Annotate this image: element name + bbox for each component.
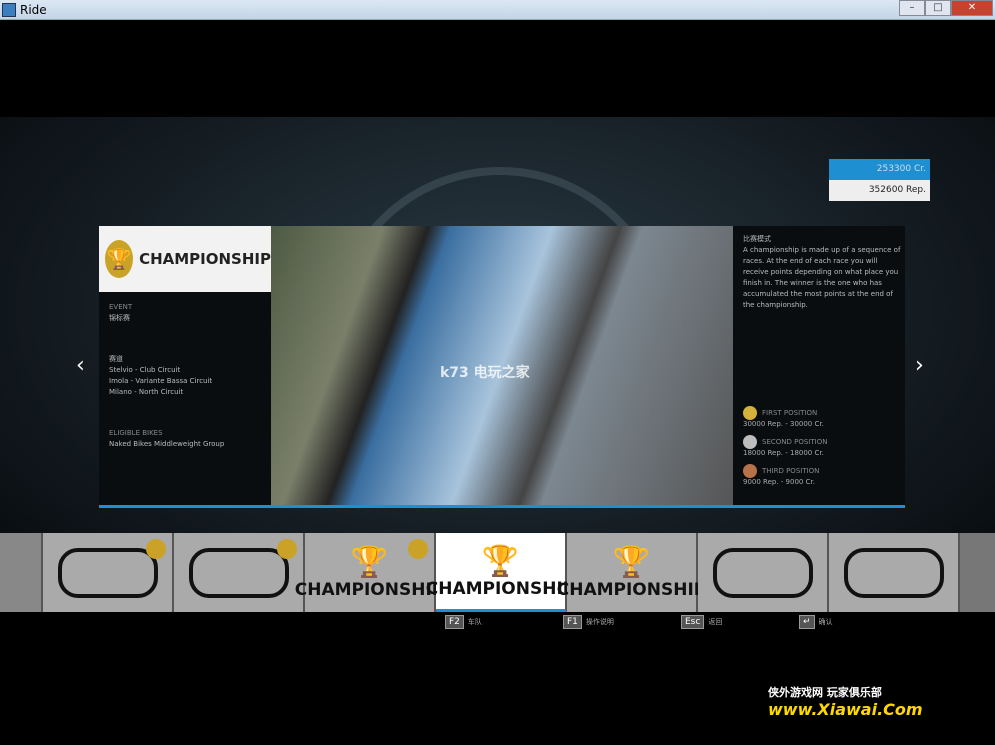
hint-confirm[interactable]: ↵ 确认 — [799, 615, 833, 629]
key-hints: F2 车队 F1 操作说明 Esc 返回 ↵ 确认 — [0, 615, 995, 635]
hint-back[interactable]: Esc 返回 — [681, 615, 722, 629]
event-value: 锦标赛 — [109, 314, 130, 322]
hint-controls[interactable]: F1 操作说明 — [563, 615, 614, 629]
bikes-value: Naked Bikes Middleweight Group — [109, 440, 225, 448]
silver-medal-icon — [743, 435, 757, 449]
carousel-tile-championship-selected[interactable]: 🏆 CHAMPIONSHIP — [426, 533, 575, 612]
second-position: SECOND POSITION 18000 Rep. - 18000 Cr. — [743, 435, 827, 457]
carousel-tile-track[interactable] — [829, 533, 960, 612]
reward: 18000 Rep. - 18000 Cr. — [743, 449, 824, 457]
gold-medal-icon — [277, 539, 297, 559]
event-label: EVENT — [109, 303, 133, 311]
logo-text: CHAMPIONSHIP — [139, 250, 271, 268]
carousel-tile-championship[interactable]: 🏆 CHAMPIONSHIP — [295, 533, 444, 612]
trophy-icon: 🏆 — [350, 545, 389, 580]
track-map-icon — [843, 547, 944, 598]
trophy-icon: 🏆 — [481, 543, 520, 579]
track-item: Milano - North Circuit — [109, 388, 184, 396]
carousel-tile-track[interactable] — [174, 533, 305, 612]
reward: 30000 Rep. - 30000 Cr. — [743, 420, 824, 428]
track-map-icon — [712, 547, 813, 598]
hint-team[interactable]: F2 车队 — [445, 615, 482, 629]
trophy-icon: 🏆 — [105, 240, 134, 278]
track-map-icon — [188, 547, 289, 598]
track-map-icon — [57, 547, 158, 598]
trophy-icon: 🏆 — [612, 545, 651, 580]
description: A championship is made up of a sequence … — [743, 246, 901, 309]
carousel-tile-track[interactable] — [698, 533, 829, 612]
close-button[interactable]: ✕ — [951, 0, 993, 16]
app-icon — [2, 2, 16, 17]
bronze-medal-icon — [743, 464, 757, 478]
reward: 9000 Rep. - 9000 Cr. — [743, 478, 815, 486]
track-item: Stelvio - Club Circuit — [109, 366, 181, 374]
prev-arrow-icon[interactable]: ‹ — [76, 353, 85, 378]
title-bar: Ride – □ ✕ — [0, 0, 995, 20]
gold-medal-icon — [146, 539, 166, 559]
next-arrow-icon[interactable]: › — [915, 353, 924, 378]
watermark: k73 电玩之家 — [440, 365, 530, 381]
site-watermark: 侠外游戏网 玩家俱乐部 www.Xiawai.Com — [768, 686, 923, 719]
window-title: Ride — [20, 2, 47, 17]
event-carousel: 🏆 CHAMPIONSHIP 🏆 CHAMPIONSHIP 🏆 CHAMPIONSHI… — [0, 533, 995, 612]
tracks-label: 赛道 — [109, 355, 123, 363]
maximize-button[interactable]: □ — [925, 0, 951, 16]
carousel-edge — [0, 533, 43, 612]
carousel-tile-championship[interactable]: 🏆 CHAMPIONSHIP — [557, 533, 706, 612]
championship-logo: 🏆 CHAMPIONSHIP — [99, 226, 271, 292]
bikes-label: ELIGIBLE BIKES — [109, 429, 163, 437]
track-item: Imola - Variante Bassa Circuit — [109, 377, 213, 385]
third-position: THIRD POSITION 9000 Rep. - 9000 Cr. — [743, 464, 827, 486]
description-label: 比赛模式 — [743, 235, 771, 243]
carousel-tile-track[interactable] — [43, 533, 174, 612]
minimize-button[interactable]: – — [899, 0, 925, 16]
first-position: FIRST POSITION 30000 Rep. - 30000 Cr. — [743, 406, 827, 428]
gold-medal-icon — [743, 406, 757, 420]
gold-medal-icon — [408, 539, 428, 559]
reputation: 352600 Rep. — [829, 180, 930, 201]
credits: 253300 Cr. — [829, 159, 930, 180]
currency-display: 253300 Cr. 352600 Rep. — [829, 159, 930, 201]
